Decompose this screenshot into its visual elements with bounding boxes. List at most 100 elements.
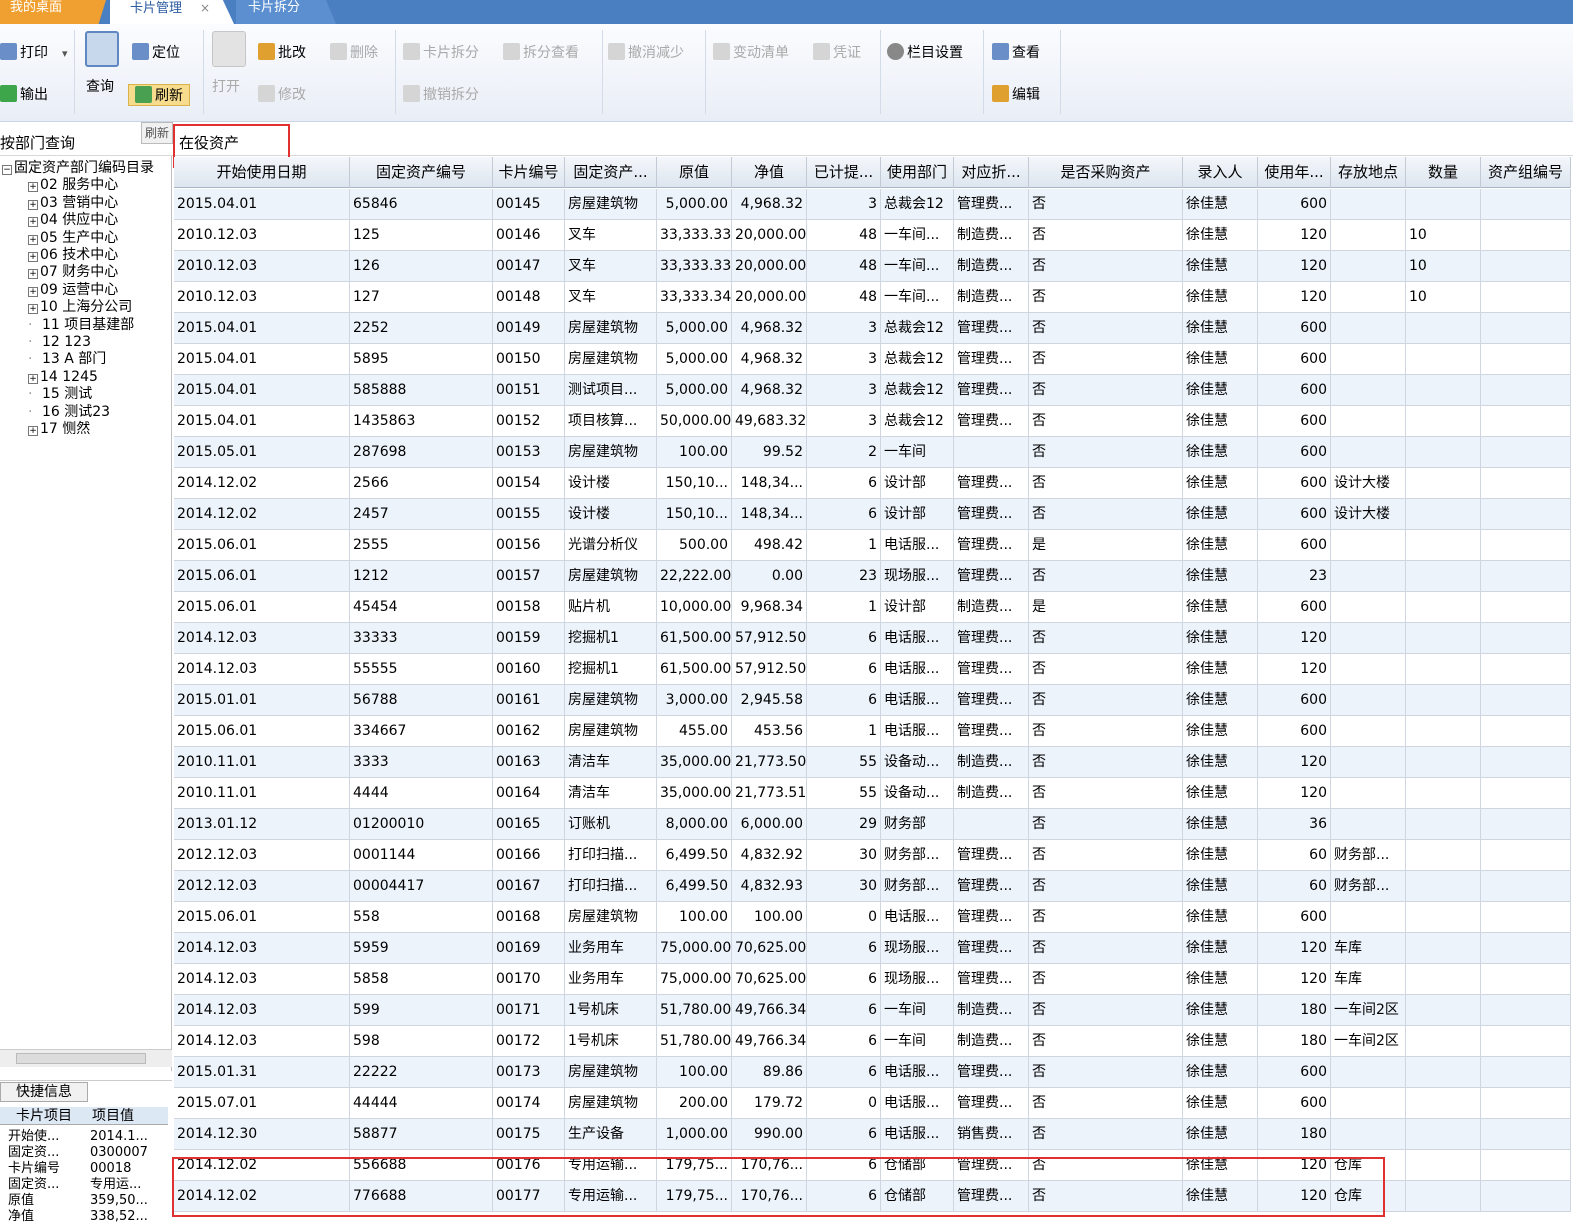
approve-button[interactable]: 批改 xyxy=(258,42,306,64)
table-row[interactable]: 2015.04.01 65846 00145 房屋建筑物 5,000.00 4,968.3… xyxy=(174,189,1571,220)
split-view-button[interactable]: 拆分查看 xyxy=(503,42,579,64)
expand-icon[interactable]: + xyxy=(28,252,38,263)
tree-horizontal-scrollbar[interactable] xyxy=(0,1049,172,1067)
locate-button[interactable]: 定位 xyxy=(132,42,180,64)
column-header-original-value[interactable]: 原值 xyxy=(657,157,732,188)
delete-button[interactable]: 删除 xyxy=(330,42,378,64)
table-row[interactable]: 2012.12.03 00004417 00167 打印扫描... 6,499.50 4,… xyxy=(174,871,1571,902)
collapse-icon[interactable]: − xyxy=(2,165,12,175)
print-button[interactable]: 打印 ▾ xyxy=(0,42,68,64)
table-row[interactable]: 2015.04.01 2252 00149 房屋建筑物 5,000.00 4,968.32… xyxy=(174,313,1571,344)
column-header-asset-type[interactable]: 固定资产... xyxy=(565,157,657,188)
column-header-months-depreciated[interactable]: 已计提... xyxy=(807,157,881,188)
column-header-card-number[interactable]: 卡片编号 xyxy=(493,157,565,188)
tree-item[interactable]: · 12 123 xyxy=(2,334,154,351)
tree-item[interactable]: +10 上海分公司 xyxy=(2,299,154,316)
table-row[interactable]: 2015.01.01 56788 00161 房屋建筑物 3,000.00 2,945.5… xyxy=(174,685,1571,716)
table-row[interactable]: 2015.04.01 1435863 00152 项目核算... 50,000.00 49… xyxy=(174,406,1571,437)
export-button[interactable]: 输出 xyxy=(0,84,48,106)
tree-root[interactable]: − 固定资产部门编码目录 xyxy=(2,160,154,177)
cancel-reduce-button[interactable]: 撤消减少 xyxy=(608,42,684,64)
close-icon[interactable]: × xyxy=(200,1,210,15)
column-header-net-value[interactable]: 净值 xyxy=(732,157,807,188)
table-row[interactable]: 2010.11.01 3333 00163 清洁车 35,000.00 21,773.50… xyxy=(174,747,1571,778)
table-row[interactable]: 2010.11.01 4444 00164 清洁车 35,000.00 21,773.51… xyxy=(174,778,1571,809)
scrollbar-thumb[interactable] xyxy=(16,1053,146,1064)
table-row[interactable]: 2015.06.01 334667 00162 房屋建筑物 455.00 453.56 1 电… xyxy=(174,716,1571,747)
table-row[interactable]: 2015.06.01 1212 00157 房屋建筑物 22,222.00 0.00 23 现… xyxy=(174,561,1571,592)
table-row[interactable]: 2014.12.03 5858 00170 业务用车 75,000.00 70,625.0… xyxy=(174,964,1571,995)
table-row[interactable]: 2014.12.02 2566 00154 设计楼 150,10... 148,34...… xyxy=(174,468,1571,499)
expand-icon[interactable]: + xyxy=(28,182,38,193)
table-row[interactable]: 2010.12.03 127 00148 叉车 33,333.34 20,000.00 48… xyxy=(174,282,1571,313)
open-button[interactable]: 打开 xyxy=(212,76,240,98)
tree-item[interactable]: · 11 项目基建部 xyxy=(2,317,154,334)
change-list-button[interactable]: 变动清单 xyxy=(713,42,789,64)
table-row[interactable]: 2014.12.30 58877 00175 生产设备 1,000.00 990.00 6 电… xyxy=(174,1119,1571,1150)
edit2-button[interactable]: 编辑 xyxy=(992,84,1040,106)
column-settings-button[interactable]: 栏目设置 xyxy=(887,42,963,64)
tree-item[interactable]: +09 运营中心 xyxy=(2,282,154,299)
column-header-entered-by[interactable]: 录入人 xyxy=(1183,157,1258,188)
edit-button[interactable]: 修改 xyxy=(258,84,306,106)
column-header-depreciation-account[interactable]: 对应折... xyxy=(954,157,1029,188)
tree-item[interactable]: +04 供应中心 xyxy=(2,212,154,229)
column-header-useful-life[interactable]: 使用年... xyxy=(1258,157,1331,188)
table-row[interactable]: 2015.04.01 5895 00150 房屋建筑物 5,000.00 4,968.32… xyxy=(174,344,1571,375)
column-header-start-date[interactable]: 开始使用日期 xyxy=(174,157,350,188)
search-icon[interactable] xyxy=(85,31,119,67)
column-header-department[interactable]: 使用部门 xyxy=(881,157,954,188)
tree-item[interactable]: +17 恻然 xyxy=(2,421,154,438)
table-row[interactable]: 2014.12.03 5959 00169 业务用车 75,000.00 70,625.0… xyxy=(174,933,1571,964)
dept-query-label[interactable]: 按部门查询 xyxy=(0,132,75,153)
expand-icon[interactable]: + xyxy=(28,426,38,437)
column-header-quantity[interactable]: 数量 xyxy=(1406,157,1481,188)
tree-item[interactable]: · 13 A 部门 xyxy=(2,351,154,368)
table-row[interactable]: 2015.06.01 45454 00158 贴片机 10,000.00 9,968.34… xyxy=(174,592,1571,623)
tree-item[interactable]: +05 生产中心 xyxy=(2,230,154,247)
table-row[interactable]: 2015.01.31 22222 00173 房屋建筑物 100.00 89.86 6 电话服… xyxy=(174,1057,1571,1088)
cancel-split-button[interactable]: 撤销拆分 xyxy=(403,84,479,106)
tab-home[interactable]: 我的桌面 xyxy=(0,0,106,24)
expand-icon[interactable]: + xyxy=(28,234,38,245)
query-button[interactable]: 查询 xyxy=(86,76,114,98)
table-row[interactable]: 2014.12.03 598 00172 1号机床 51,780.00 49,766.34… xyxy=(174,1026,1571,1057)
chevron-down-icon[interactable]: ▾ xyxy=(62,47,68,60)
expand-icon[interactable]: + xyxy=(28,269,38,280)
tab-card-management[interactable]: 卡片管理 × xyxy=(110,0,234,24)
column-header-location[interactable]: 存放地点 xyxy=(1331,157,1406,188)
column-header-asset-group[interactable]: 资产组编号 xyxy=(1481,157,1571,188)
table-row[interactable]: 2014.12.03 599 00171 1号机床 51,780.00 49,766.34… xyxy=(174,995,1571,1026)
column-header-asset-number[interactable]: 固定资产编号 xyxy=(350,157,493,188)
expand-icon[interactable]: + xyxy=(28,199,38,210)
tree-item[interactable]: · 16 测试23 xyxy=(2,404,154,421)
tree-item[interactable]: +02 服务中心 xyxy=(2,177,154,194)
expand-icon[interactable]: + xyxy=(28,286,38,297)
tab-quick-info[interactable]: 快捷信息 xyxy=(0,1082,88,1102)
table-row[interactable]: 2015.04.01 585888 00151 测试项目... 5,000.00 4,96… xyxy=(174,375,1571,406)
table-row[interactable]: 2015.06.01 558 00168 房屋建筑物 100.00 100.00 0 电话服.… xyxy=(174,902,1571,933)
table-row[interactable]: 2013.01.12 01200010 00165 订账机 8,000.00 6,000.… xyxy=(174,809,1571,840)
tree-item[interactable]: +14 1245 xyxy=(2,369,154,386)
table-row[interactable]: 2010.12.03 125 00146 叉车 33,333.33 20,000.00 48… xyxy=(174,220,1571,251)
column-header-is-purchased[interactable]: 是否采购资产 xyxy=(1029,157,1183,188)
tree-item[interactable]: +03 营销中心 xyxy=(2,195,154,212)
tab-card-split[interactable]: 卡片拆分 xyxy=(236,0,336,24)
voucher-button[interactable]: 凭证 xyxy=(813,42,861,64)
table-row[interactable]: 2012.12.03 0001144 00166 打印扫描... 6,499.50 4,8… xyxy=(174,840,1571,871)
view-button[interactable]: 查看 xyxy=(992,42,1040,64)
expand-icon[interactable]: + xyxy=(28,217,38,228)
table-row[interactable]: 2015.06.01 2555 00156 光谱分析仪 500.00 498.42 1 电话服… xyxy=(174,530,1571,561)
table-row[interactable]: 2014.12.03 55555 00160 挖掘机1 61,500.00 57,912.… xyxy=(174,654,1571,685)
refresh-button[interactable]: 刷新 xyxy=(128,84,190,106)
tree-item[interactable]: +06 技术中心 xyxy=(2,247,154,264)
table-row[interactable]: 2015.07.01 44444 00174 房屋建筑物 200.00 179.72 0 电话… xyxy=(174,1088,1571,1119)
tree-item[interactable]: · 15 测试 xyxy=(2,386,154,403)
table-row[interactable]: 2010.12.03 126 00147 叉车 33,333.33 20,000.00 48… xyxy=(174,251,1571,282)
tree-item[interactable]: +07 财务中心 xyxy=(2,264,154,281)
table-row[interactable]: 2014.12.03 33333 00159 挖掘机1 61,500.00 57,912.… xyxy=(174,623,1571,654)
card-split-button[interactable]: 卡片拆分 xyxy=(403,42,479,64)
expand-icon[interactable]: + xyxy=(28,373,38,384)
expand-icon[interactable]: + xyxy=(28,304,38,315)
table-row[interactable]: 2014.12.02 2457 00155 设计楼 150,10... 148,34...… xyxy=(174,499,1571,530)
